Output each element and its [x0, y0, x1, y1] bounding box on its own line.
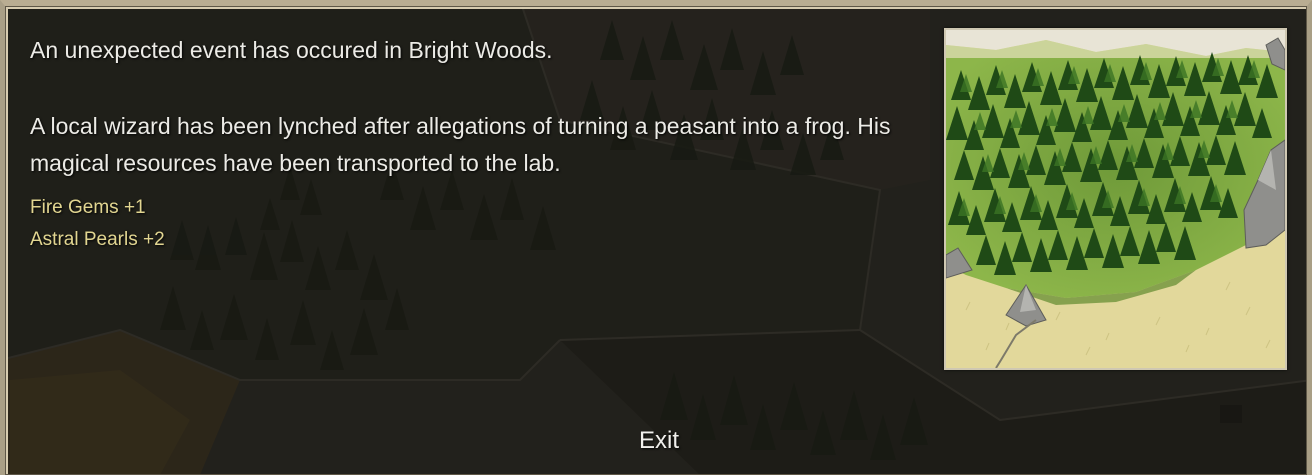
event-body-line: magical resources have been transported …: [30, 150, 561, 176]
event-body-line: A local wizard has been lynched after al…: [30, 113, 891, 139]
event-illustration: [944, 28, 1287, 370]
reward-fire-gems: Fire Gems +1: [30, 197, 146, 218]
reward-astral-pearls: Astral Pearls +2: [30, 229, 165, 250]
exit-button[interactable]: Exit: [620, 422, 698, 460]
forest-province-image: [946, 30, 1285, 368]
event-title-text: An unexpected event has occured in Brigh…: [30, 37, 553, 63]
game-screen: An unexpected event has occured in Brigh…: [0, 0, 1312, 475]
